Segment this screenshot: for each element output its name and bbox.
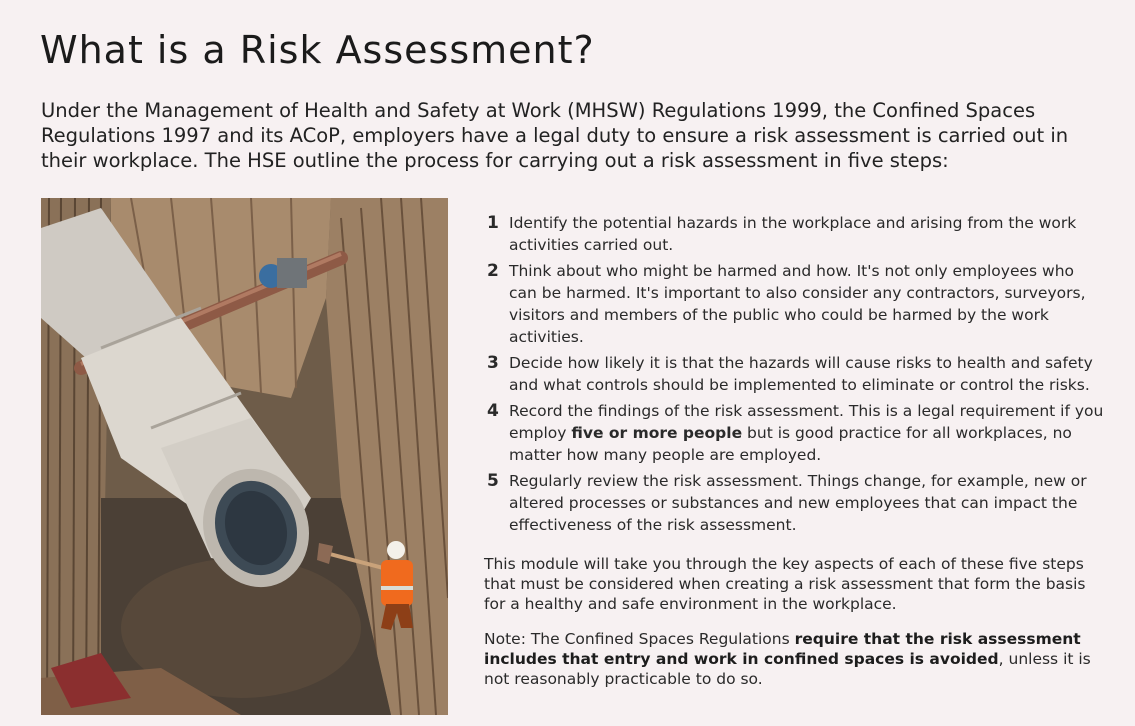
step-number: 4	[487, 401, 499, 421]
step-text: Decide how likely it is that the hazards…	[509, 354, 1093, 394]
step-number: 2	[487, 261, 499, 281]
page-title: What is a Risk Assessment?	[40, 28, 595, 72]
step-item: 4 Record the findings of the risk assess…	[484, 400, 1104, 466]
module-description: This module will take you through the ke…	[484, 555, 1086, 613]
step-number: 3	[487, 353, 499, 373]
intro-paragraph: Under the Management of Health and Safet…	[41, 99, 1069, 172]
step-item: 1 Identify the potential hazards in the …	[484, 212, 1104, 256]
risk-assessment-steps: 1 Identify the potential hazards in the …	[484, 212, 1104, 540]
confined-spaces-note: Note: The Confined Spaces Regulations re…	[484, 629, 1104, 689]
step-item: 2 Think about who might be harmed and ho…	[484, 260, 1104, 348]
step-text: Think about who might be harmed and how.…	[509, 262, 1086, 346]
step-number: 5	[487, 471, 499, 491]
step-item: 3 Decide how likely it is that the hazar…	[484, 352, 1104, 396]
step-number: 1	[487, 213, 499, 233]
note-text-start: Note: The Confined Spaces Regulations	[484, 630, 795, 648]
step-item: 5 Regularly review the risk assessment. …	[484, 470, 1104, 536]
step-text: Regularly review the risk assessment. Th…	[509, 472, 1087, 534]
step-text: Identify the potential hazards in the wo…	[509, 214, 1077, 254]
trench-worker-photo	[41, 198, 448, 715]
step-text-emphasis: five or more people	[571, 424, 743, 442]
